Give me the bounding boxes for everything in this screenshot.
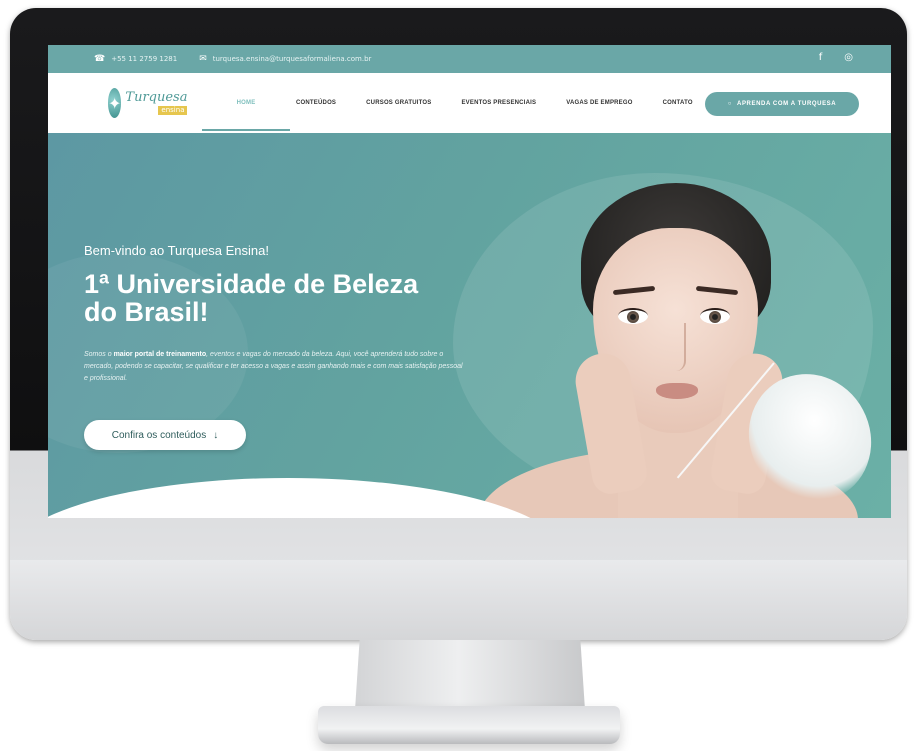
nav-item-vagas-de-emprego[interactable]: VAGAS DE EMPREGO (566, 73, 632, 133)
monitor-base (318, 706, 620, 744)
phone-contact[interactable]: ☎ +55 11 2759 1281 (94, 54, 177, 64)
hero-welcome: Bem-vindo ao Turquesa Ensina! (84, 243, 269, 258)
hero-button-label: Confira os conteúdos (111, 429, 207, 441)
arrow-down-icon: ↓ (213, 429, 219, 441)
portrait-lips (656, 383, 698, 399)
hero-description: Somos o maior portal de treinamento, eve… (84, 349, 464, 385)
nav-item-conteudos[interactable]: CONTEÚDOS (296, 73, 336, 133)
portrait-nose (668, 323, 686, 371)
model-portrait (468, 183, 891, 518)
logo-subtext: ensina (158, 106, 188, 115)
nav-menu: HOME CONTEÚDOS CURSOS GRATUITOS EVENTOS … (202, 73, 693, 133)
phone-number: +55 11 2759 1281 (111, 55, 178, 63)
hero-desc-bold: maior portal de treinamento (113, 351, 207, 358)
mail-icon: ✉ (199, 54, 207, 64)
main-navbar: ✦ Turquesa ensina HOME CONTEÚDOS CURSOS … (48, 73, 891, 133)
nav-item-eventos-presenciais[interactable]: EVENTOS PRESENCIAIS (461, 73, 536, 133)
phone-icon: ☎ (94, 54, 106, 64)
portrait-eye (618, 308, 648, 324)
nav-item-contato[interactable]: CONTATO (663, 73, 693, 133)
top-contact-bar: ☎ +55 11 2759 1281 ✉ turquesa.ensina@tur… (48, 45, 891, 73)
email-contact[interactable]: ✉ turquesa.ensina@turquesaformaliena.com… (199, 54, 371, 64)
instagram-icon[interactable]: ◎ (844, 52, 853, 63)
email-address: turquesa.ensina@turquesaformaliena.com.b… (212, 55, 372, 63)
cta-label: APRENDA COM A TURQUESA (737, 101, 837, 107)
circle-icon: ○ (727, 101, 733, 107)
monitor-stand (355, 640, 585, 710)
facebook-icon[interactable]: f (819, 52, 823, 63)
social-links: f ◎ (819, 52, 853, 63)
hero-headline: 1ª Universidade de Beleza do Brasil! (84, 269, 419, 327)
aprenda-cta-button[interactable]: ○ APRENDA COM A TURQUESA (705, 92, 859, 116)
screen: ☎ +55 11 2759 1281 ✉ turquesa.ensina@tur… (48, 45, 891, 518)
portrait-eye (700, 308, 730, 324)
hero-section: Bem-vindo ao Turquesa Ensina! 1ª Univers… (48, 133, 891, 518)
logo-text: Turquesa (125, 90, 188, 105)
confira-conteudos-button[interactable]: Confira os conteúdos ↓ (84, 420, 246, 450)
butterfly-logo-icon: ✦ (108, 88, 122, 118)
nav-item-cursos-gratuitos[interactable]: CURSOS GRATUITOS (366, 73, 431, 133)
monitor-chin (10, 560, 907, 640)
site-logo[interactable]: ✦ Turquesa ensina (108, 83, 188, 123)
hero-desc-intro: Somos o (84, 351, 114, 358)
nav-item-home[interactable]: HOME (202, 73, 290, 133)
